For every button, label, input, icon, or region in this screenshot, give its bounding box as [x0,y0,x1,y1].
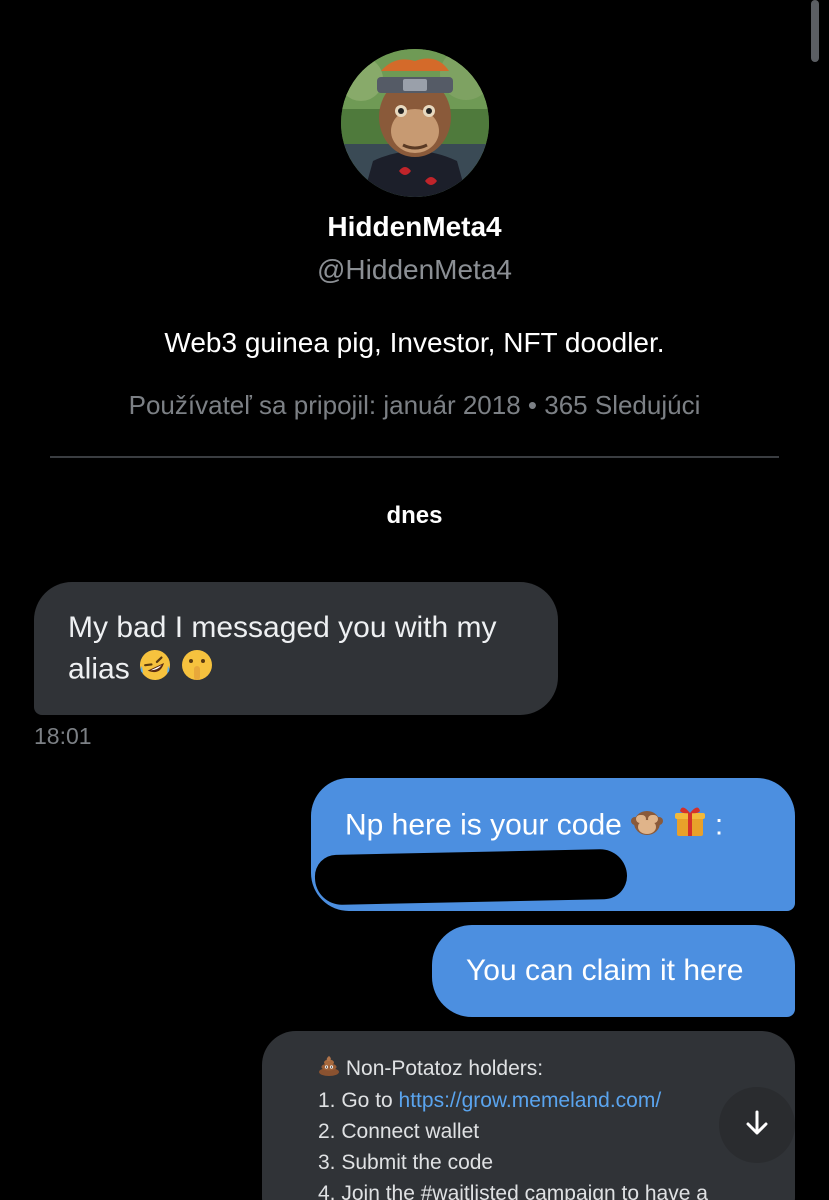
profile-joined-date: Používateľ sa pripojil: január 2018 [128,390,521,420]
card-heading-text: Non-Potatoz holders: [345,1057,544,1080]
redaction-mark [314,848,628,906]
card-step: 3. Submit the code [318,1150,494,1174]
scroll-to-bottom-button[interactable] [719,1087,795,1163]
message-timestamp: 18:01 [34,723,92,749]
profile-bio: Web3 guinea pig, Investor, NFT doodler. [164,327,665,358]
message-card[interactable]: Non-Potatoz holders: 1. Go to https://gr… [262,1031,795,1200]
rofl-emoji [138,648,172,693]
shushing-face-emoji [180,648,214,693]
see-no-evil-monkey-emoji [630,804,664,849]
outgoing-message-bubble[interactable]: Np here is your code: [311,778,795,911]
message-text-line: alias [68,648,524,693]
message-text: Np here is your code [345,808,622,842]
profile-handle[interactable]: @HiddenMeta4 [0,251,829,289]
day-separator-label: dnes [386,502,443,529]
outgoing-message-bubble[interactable]: You can claim it here [432,925,795,1017]
message-text: : [714,808,724,842]
profile-meta: Používateľ sa pripojil: január 2018 • 36… [0,385,829,425]
pile-of-poo-emoji [318,1054,340,1085]
avatar-image [341,49,489,197]
avatar[interactable] [341,49,489,197]
card-heading: Non-Potatoz holders: [318,1053,795,1085]
profile-followers[interactable]: 365 Sledujúci [544,390,700,420]
profile-display-name[interactable]: HiddenMeta4 [0,208,829,246]
message-text: You can claim it here [466,954,744,987]
meta-separator: • [527,390,538,420]
divider [50,456,779,458]
card-step: 4. Join the #waitlisted campaign to have… [318,1181,708,1200]
card-step-text: 1. Go to [318,1088,399,1112]
incoming-message-bubble[interactable]: My bad I messaged you with my alias [34,582,558,715]
dm-conversation-screen: HiddenMeta4 @HiddenMeta4 Web3 guinea pig… [0,0,829,1200]
message-text: alias [68,652,130,686]
message-text-line: Np here is your code: [345,804,761,849]
gift-emoji [673,804,707,849]
arrow-down-icon [742,1108,772,1143]
card-link[interactable]: https://grow.memeland.com/ [399,1089,662,1112]
message-text-line: My bad I messaged you with my [68,611,497,644]
scrollbar-thumb[interactable] [811,0,819,62]
